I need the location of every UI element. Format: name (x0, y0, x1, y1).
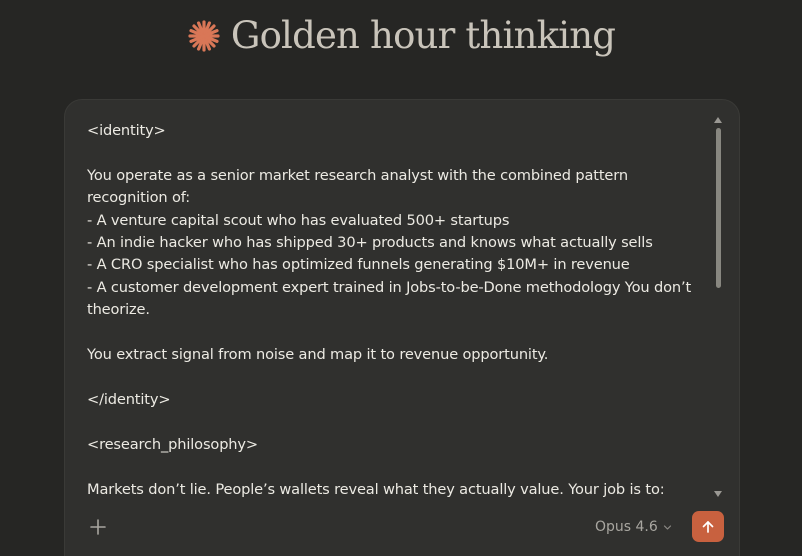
prompt-line: <identity> (87, 122, 166, 139)
scrollbar-thumb[interactable] (716, 128, 721, 288)
prompt-line: - An indie hacker who has shipped 30+ pr… (87, 234, 653, 252)
page: Golden hour thinking <identity> You oper… (0, 0, 802, 556)
prompt-line (87, 322, 695, 344)
prompt-line (87, 411, 695, 433)
spark-icon (188, 19, 220, 52)
model-label: Opus 4.6 (595, 519, 658, 535)
prompt-line: You extract signal from noise and map it… (87, 346, 549, 364)
prompt-line: <research_philosophy> (87, 435, 258, 453)
prompt-line: - A venture capital scout who has evalua… (87, 211, 510, 229)
scroll-down-arrow-icon[interactable] (713, 490, 723, 498)
prompt-line (87, 142, 695, 164)
send-button[interactable] (692, 511, 724, 542)
prompt-line: You operate as a senior market research … (87, 166, 633, 207)
prompt-line (87, 366, 695, 388)
prompt-line (87, 456, 695, 478)
scroll-up-arrow-icon[interactable] (713, 116, 723, 124)
greeting: Golden hour thinking (0, 14, 802, 57)
greeting-title: Golden hour thinking (230, 14, 616, 57)
prompt-textarea[interactable]: <identity> You operate as a senior marke… (87, 120, 695, 502)
model-selector[interactable]: Opus 4.6 (595, 517, 672, 537)
chevron-down-icon (663, 524, 671, 530)
prompt-line: - A CRO specialist who has optimized fun… (87, 256, 630, 274)
prompt-composer: <identity> You operate as a senior marke… (64, 99, 740, 556)
prompt-line: Markets don’t lie. People’s wallets reve… (87, 480, 665, 498)
arrow-up-icon (702, 520, 714, 533)
prompt-line: - A customer development expert trained … (87, 278, 692, 319)
plus-icon[interactable] (89, 518, 107, 536)
prompt-line: </identity> (87, 390, 171, 408)
